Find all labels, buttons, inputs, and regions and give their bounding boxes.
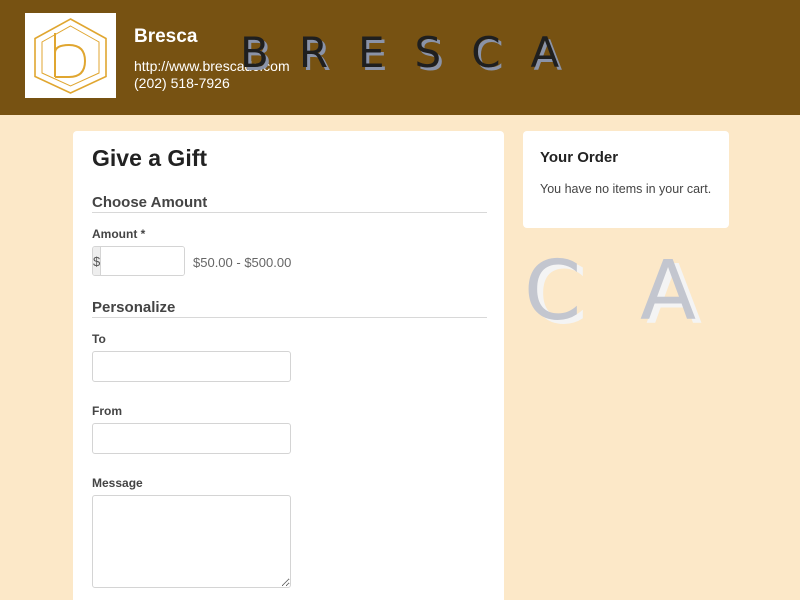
order-title: Your Order [540,149,619,166]
gift-form-card: Give a Gift Choose Amount Amount * $ $50… [73,131,504,600]
amount-label: Amount * [92,227,146,241]
decorative-letter-a: A [640,244,697,339]
from-field[interactable] [92,423,291,454]
amount-input[interactable] [101,247,184,275]
to-label: To [92,332,106,346]
amount-input-group: $ [92,246,185,276]
bresca-b-hexagon-logo-icon [34,18,107,94]
brand-name: Bresca [134,26,198,47]
currency-prefix: $ [93,247,102,275]
site-header: Bresca http://www.brescadc.com (202) 518… [0,0,800,115]
from-label: From [92,404,122,418]
empty-cart-message: You have no items in your cart. [540,182,712,196]
choose-amount-heading: Choose Amount [92,194,487,213]
brand-phone: (202) 518-7926 [134,75,230,91]
bresca-logo[interactable] [25,13,116,98]
message-textarea[interactable] [92,495,291,588]
amount-range-hint: $50.00 - $500.00 [193,255,292,270]
to-field[interactable] [92,351,291,382]
message-label: Message [92,476,143,490]
order-summary-card: Your Order You have no items in your car… [523,131,729,228]
bresca-wordmark: BRESCA [240,28,590,77]
decorative-letter-c: C [524,244,582,339]
personalize-heading: Personalize [92,299,487,318]
page-title: Give a Gift [92,145,208,171]
